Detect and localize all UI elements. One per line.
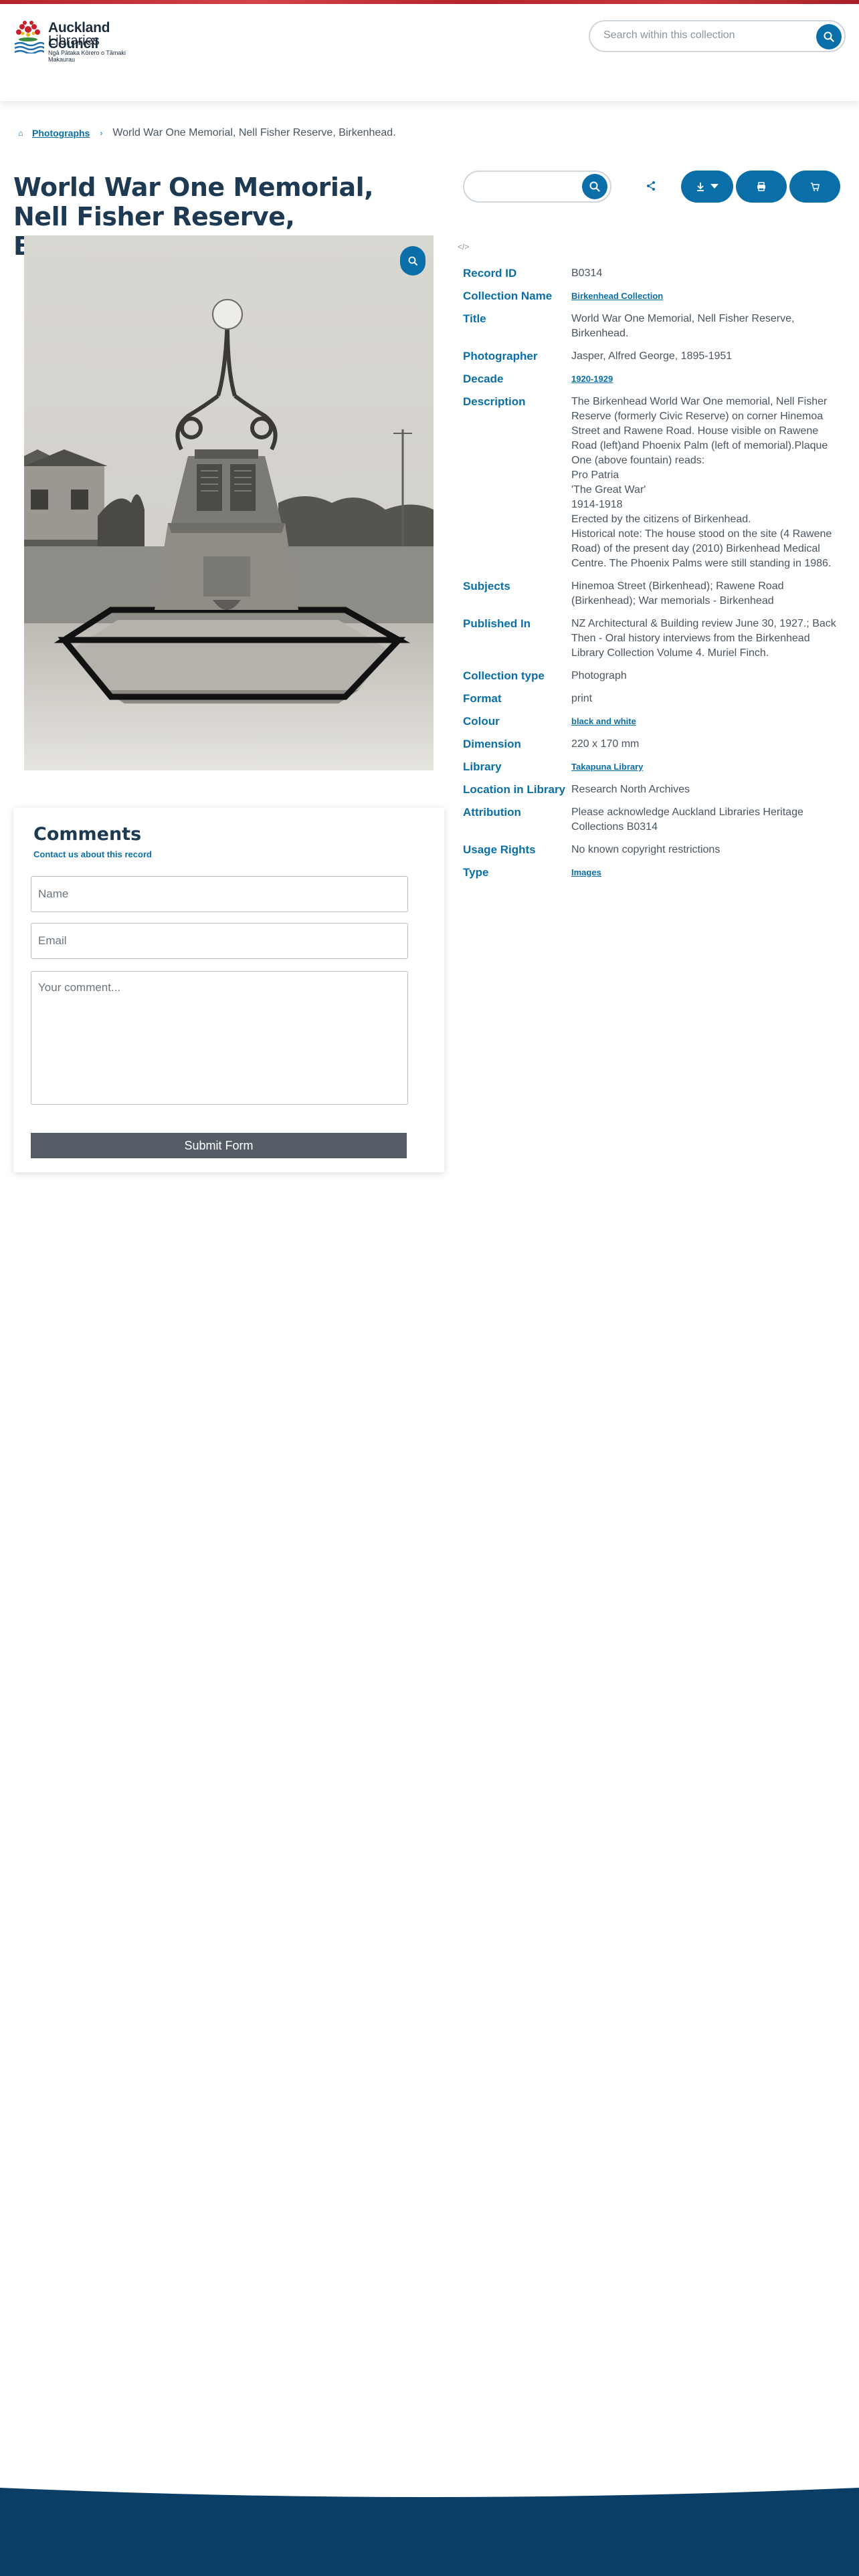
detail-row: Usage Rights No known copyright restricti… xyxy=(463,843,844,857)
comment-field[interactable] xyxy=(31,971,408,1105)
detail-value: World War One Memorial, Nell Fisher Rese… xyxy=(571,313,795,339)
detail-label: Attribution xyxy=(463,806,521,819)
zoom-button[interactable] xyxy=(400,246,425,276)
print-button[interactable] xyxy=(736,171,787,203)
detail-value: Hinemoa Street (Birkenhead); Rawene Road… xyxy=(571,580,784,607)
comments-panel: Comments Contact us about this record Su… xyxy=(13,808,444,1172)
name-field[interactable] xyxy=(31,876,408,912)
detail-row: Type Images xyxy=(463,865,844,880)
detail-label: Title xyxy=(463,312,486,325)
detail-label: Dimension xyxy=(463,738,521,750)
collection-search-input[interactable] xyxy=(603,29,804,41)
detail-value: Jasper, Alfred George, 1895-1951 xyxy=(571,350,733,362)
detail-row: Collection type Photograph xyxy=(463,669,844,683)
detail-label: Description xyxy=(463,395,526,408)
detail-label: Record ID xyxy=(463,267,517,280)
detail-row: Dimension 220 x 170 mm xyxy=(463,737,844,752)
detail-label: Format xyxy=(463,692,502,705)
detail-label: Published In xyxy=(463,617,531,630)
detail-value-link[interactable]: black and white xyxy=(571,714,844,729)
detail-row: Location in Library Research North Archiv… xyxy=(463,782,844,797)
record-details: Record ID B0314 Collection Name Birkenhead … xyxy=(463,266,844,888)
print-icon xyxy=(757,182,765,191)
chevron-right-icon: › xyxy=(100,128,103,138)
record-search-button[interactable] xyxy=(582,174,607,199)
logo-line-maori: Ngā Pātaka Kōrero o Tāmaki Makaurau xyxy=(48,49,126,63)
share-icon[interactable] xyxy=(646,181,656,191)
detail-value: No known copyright restrictions xyxy=(571,844,721,855)
contact-link[interactable]: Contact us about this record xyxy=(33,849,152,859)
site-header: Auckland Council Libraries Ngā Pātaka Kō… xyxy=(0,4,859,101)
record-search xyxy=(463,171,611,203)
detail-row: Attribution Please acknowledge Auckland L… xyxy=(463,805,844,835)
cart-icon xyxy=(811,183,820,191)
detail-row: Description The Birkenhead World War One … xyxy=(463,395,844,571)
detail-value: 220 x 170 mm xyxy=(571,738,640,750)
collection-search xyxy=(589,20,846,52)
war-memorial-photo xyxy=(24,235,434,770)
detail-label: Colour xyxy=(463,715,500,728)
detail-row: Format print xyxy=(463,691,844,706)
detail-label: Type xyxy=(463,866,489,879)
detail-row: Title World War One Memorial, Nell Fisher… xyxy=(463,312,844,341)
detail-value-link[interactable]: Birkenhead Collection xyxy=(571,289,844,304)
detail-row: Colour black and white xyxy=(463,714,844,729)
detail-value: print xyxy=(571,693,593,704)
collection-search-button[interactable] xyxy=(816,24,842,49)
detail-label: Collection type xyxy=(463,669,545,682)
detail-row: Record ID B0314 xyxy=(463,266,844,281)
pohutukawa-logo-icon xyxy=(14,21,44,53)
code-icon[interactable]: </> xyxy=(458,242,469,251)
detail-value: Please acknowledge Auckland Libraries He… xyxy=(571,807,803,833)
download-menu-button[interactable] xyxy=(681,171,733,203)
detail-value: B0314 xyxy=(571,267,603,279)
logo-line-libraries: Libraries xyxy=(48,33,100,48)
breadcrumb: ⌂ Photographs › World War One Memorial, … xyxy=(16,127,396,139)
detail-row: Collection Name Birkenhead Collection xyxy=(463,289,844,304)
site-logo[interactable]: Auckland Council Libraries Ngā Pātaka Kō… xyxy=(12,17,153,63)
detail-label: Subjects xyxy=(463,580,510,593)
cart-button[interactable] xyxy=(789,171,840,203)
detail-label: Collection Name xyxy=(463,290,553,302)
detail-row: Photographer Jasper, Alfred George, 1895-… xyxy=(463,349,844,364)
chevron-down-icon xyxy=(710,184,719,189)
detail-row: Decade 1920-1929 xyxy=(463,372,844,387)
detail-value: Research North Archives xyxy=(571,784,690,795)
detail-label: Photographer xyxy=(463,350,538,362)
detail-label: Library xyxy=(463,760,502,773)
detail-label: Decade xyxy=(463,372,504,385)
detail-label: Location in Library xyxy=(463,783,566,796)
detail-row: Subjects Hinemoa Street (Birkenhead); Raw… xyxy=(463,579,844,609)
search-icon xyxy=(824,31,834,42)
breadcrumb-current: World War One Memorial, Nell Fisher Rese… xyxy=(112,127,396,138)
home-icon[interactable]: ⌂ xyxy=(16,128,25,138)
detail-label: Usage Rights xyxy=(463,843,536,856)
detail-row: Published In NZ Architectural & Building … xyxy=(463,617,844,661)
submit-button[interactable]: Submit Form xyxy=(31,1133,407,1158)
detail-value-link[interactable]: Takapuna Library xyxy=(571,760,844,774)
comments-title: Comments xyxy=(33,824,142,845)
download-icon xyxy=(697,183,704,191)
record-photo[interactable] xyxy=(24,235,434,770)
detail-row: Library Takapuna Library xyxy=(463,760,844,774)
detail-value-link[interactable]: Images xyxy=(571,865,844,880)
search-icon xyxy=(589,181,600,192)
site-footer xyxy=(0,2488,859,2576)
zoom-icon xyxy=(408,256,417,265)
detail-value: Photograph xyxy=(571,670,627,681)
breadcrumb-link-photographs[interactable]: Photographs xyxy=(32,128,90,138)
detail-value-link[interactable]: 1920-1929 xyxy=(571,372,844,387)
detail-value: NZ Architectural & Building review June … xyxy=(571,618,836,659)
email-field[interactable] xyxy=(31,923,408,959)
detail-value: The Birkenhead World War One memorial, N… xyxy=(571,396,832,569)
